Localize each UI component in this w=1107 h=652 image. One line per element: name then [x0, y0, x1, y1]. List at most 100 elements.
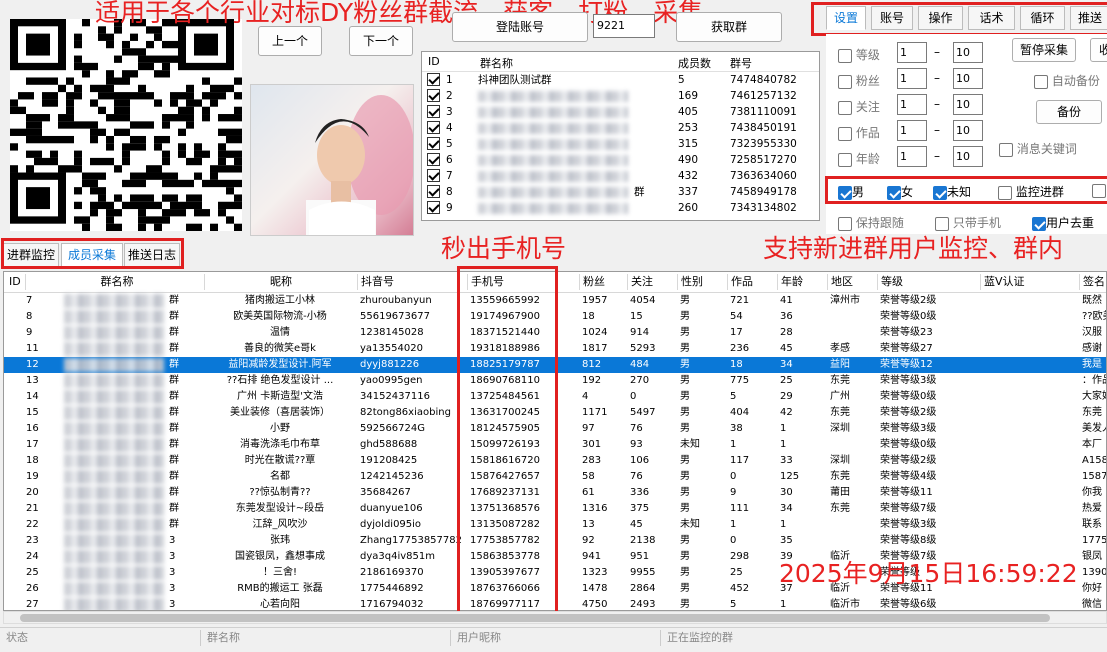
member-cell-phone: 15876427657: [470, 471, 540, 482]
group-row[interactable]: 3 405 7381110091: [422, 104, 819, 120]
member-row[interactable]: 18 群 时光在散谎??覃 191208425 15818616720 283 106 男 11…: [4, 453, 1106, 469]
msg-keyword-check[interactable]: 消息关键词: [999, 140, 1077, 157]
filter-checkbox[interactable]: [838, 100, 852, 115]
member-row[interactable]: 8 群 欧美英国际物流-小杨 55619673677 19174967900 18 15 男 5…: [4, 309, 1106, 325]
female-checkbox[interactable]: [887, 185, 901, 200]
group-row[interactable]: 9 260 7343134802: [422, 200, 819, 216]
member-row[interactable]: 15 群 美业装修（喜居装饰） 82tong86xiaobing 13631700245…: [4, 405, 1106, 421]
auto-backup-checkbox[interactable]: [1034, 74, 1048, 89]
member-row[interactable]: 21 群 东莞发型设计~段岳 duanyue106 13751368576 1316 375…: [4, 501, 1106, 517]
member-row[interactable]: 16 群 小野 592566724G 18124575905 97 76 男 38 1 深圳 荣誉等级…: [4, 421, 1106, 437]
filter-to-input[interactable]: 10: [953, 120, 983, 141]
filter-from-input[interactable]: 1: [897, 68, 927, 89]
member-cell-fans: 1957: [582, 295, 608, 306]
extra-check[interactable]: [1092, 183, 1106, 198]
scrollbar-thumb[interactable]: [20, 614, 1050, 622]
tab-join-monitor[interactable]: 进群监控: [3, 243, 59, 267]
group-row[interactable]: 1 抖神团队测试群 5 7474840782: [422, 72, 819, 88]
member-cell-dy: 592566724G: [360, 423, 426, 434]
member-row[interactable]: 13 群 ??石排 绝色发型设计 ... yao0995gen 18690768110 1…: [4, 373, 1106, 389]
monitor-join[interactable]: 监控进群: [998, 183, 1064, 200]
member-row[interactable]: 7 群 猪肉搬运工小林 zhuroubanyun 13559665992 1957 4054…: [4, 293, 1106, 309]
group-row[interactable]: 7 432 7363634060: [422, 168, 819, 184]
group-blur: [64, 374, 164, 388]
filter-checkbox[interactable]: [838, 74, 852, 89]
keep-follow[interactable]: 保持跟随: [838, 214, 904, 231]
msg-keyword-checkbox[interactable]: [999, 142, 1013, 157]
phone-only-checkbox[interactable]: [935, 216, 949, 231]
bottom-tabs[interactable]: 进群监控 成员采集 推送日志: [3, 243, 181, 267]
member-cell-id: 27: [26, 599, 39, 610]
filter-from-input[interactable]: 1: [897, 146, 927, 167]
next-button[interactable]: 下一个: [349, 26, 413, 56]
backup-button[interactable]: 备份: [1036, 100, 1102, 124]
group-row[interactable]: 2 169 7461257132: [422, 88, 819, 104]
prev-button[interactable]: 上一个: [258, 26, 322, 56]
gender-male[interactable]: 男: [838, 183, 864, 200]
male-checkbox[interactable]: [838, 185, 852, 200]
gender-unknown[interactable]: 未知: [933, 183, 971, 200]
auto-backup-check[interactable]: 自动备份: [1034, 72, 1100, 89]
unknown-checkbox[interactable]: [933, 185, 947, 200]
collect-button[interactable]: 收: [1090, 38, 1107, 62]
horizontal-scrollbar[interactable]: [3, 611, 1107, 624]
member-row[interactable]: 22 群 江辞_风吹沙 dyjoldi095io 13135087282 13 45 未知 1 1…: [4, 517, 1106, 533]
filter-2[interactable]: 关注: [838, 98, 880, 115]
filter-to-input[interactable]: 10: [953, 68, 983, 89]
login-input[interactable]: 9221: [593, 14, 655, 38]
member-row[interactable]: 20 群 ??惊弘制青?? 35684267 17689237131 61 336 男 9 30 莆…: [4, 485, 1106, 501]
filter-checkbox[interactable]: [838, 48, 852, 63]
pause-button[interactable]: 暂停采集: [1012, 38, 1076, 62]
member-row[interactable]: 14 群 广州 卡斯造型'文浩 34152437116 13725484561 4 0 男 5 2…: [4, 389, 1106, 405]
keep-follow-checkbox[interactable]: [838, 216, 852, 231]
member-cell-level: 荣誉等级23: [880, 327, 933, 338]
tab-account[interactable]: 账号: [871, 6, 913, 30]
member-cell-age: 1: [780, 439, 787, 450]
filter-from-input[interactable]: 1: [897, 120, 927, 141]
member-row[interactable]: 17 群 消毒洗涤毛巾布草 ghd588688 15099726193 301 93 未知 1 1…: [4, 437, 1106, 453]
filter-from-input[interactable]: 1: [897, 94, 927, 115]
filter-1[interactable]: 粉丝: [838, 72, 880, 89]
tab-script[interactable]: 话术: [968, 6, 1015, 30]
gender-female[interactable]: 女: [887, 183, 913, 200]
group-row[interactable]: 6 490 7258517270: [422, 152, 819, 168]
dedupe[interactable]: 用户去重: [1032, 214, 1094, 231]
group-table[interactable]: ID 群名称 成员数 群号 1 抖神团队测试群 5 7474840782 2 169 746…: [421, 51, 820, 221]
phone-only[interactable]: 只带手机: [935, 214, 1001, 231]
fetch-group-button[interactable]: 获取群: [676, 12, 782, 42]
member-cell-follow: 76: [630, 423, 643, 434]
group-row[interactable]: 8 群 337 7458949178: [422, 184, 819, 200]
member-row[interactable]: 9 群 温情 1238145028 18371521440 1024 914 男 17 28 荣誉等…: [4, 325, 1106, 341]
group-row[interactable]: 5 315 7323955330: [422, 136, 819, 152]
filter-to-input[interactable]: 10: [953, 42, 983, 63]
member-cell-dy: duanyue106: [360, 503, 423, 514]
filter-3[interactable]: 作品: [838, 124, 880, 141]
extra-checkbox[interactable]: [1092, 183, 1106, 198]
member-row[interactable]: 19 群 名都 1242145236 15876427657 58 76 男 0 125 东莞 荣誉等…: [4, 469, 1106, 485]
member-cell-works: 0: [730, 471, 737, 482]
filter-0[interactable]: 等级: [838, 46, 880, 63]
tab-push[interactable]: 推送: [1070, 6, 1107, 30]
filter-checkbox[interactable]: [838, 126, 852, 141]
group-row[interactable]: 4 253 7438450191: [422, 120, 819, 136]
tab-settings[interactable]: 设置: [826, 6, 866, 30]
filter-checkbox[interactable]: [838, 152, 852, 167]
login-button[interactable]: 登陆账号: [452, 12, 588, 42]
monitor-checkbox[interactable]: [998, 185, 1012, 200]
filter-to-input[interactable]: 10: [953, 94, 983, 115]
member-row[interactable]: 23 3 张玮 Zhang17753857782 17753857782 92 2138 男 0…: [4, 533, 1106, 549]
member-cell-fans: 1478: [582, 583, 608, 594]
tab-loop[interactable]: 循环: [1020, 6, 1065, 30]
member-cell-follow: 2138: [630, 535, 656, 546]
filter-from-input[interactable]: 1: [897, 42, 927, 63]
tab-push-log[interactable]: 推送日志: [124, 243, 180, 267]
member-row[interactable]: 11 群 善良的微笑e哥k ya13554020 19318188986 1817 5293…: [4, 341, 1106, 357]
tab-member-collect[interactable]: 成员采集: [61, 243, 123, 267]
filter-4[interactable]: 年龄: [838, 150, 880, 167]
filter-to-input[interactable]: 10: [953, 146, 983, 167]
settings-tabs[interactable]: 设置 账号 操作 话术 循环 推送: [826, 6, 1107, 32]
member-row[interactable]: 27 3 心若向阳 1716794032 18769977117 4750 2493 男 5 1 临…: [4, 597, 1106, 610]
tab-operation[interactable]: 操作: [918, 6, 963, 30]
member-row[interactable]: 12 群 益阳减龄发型设计.阿军 dyyj881226 18825179787 812 48…: [4, 357, 1106, 373]
dedupe-checkbox[interactable]: [1032, 216, 1046, 231]
